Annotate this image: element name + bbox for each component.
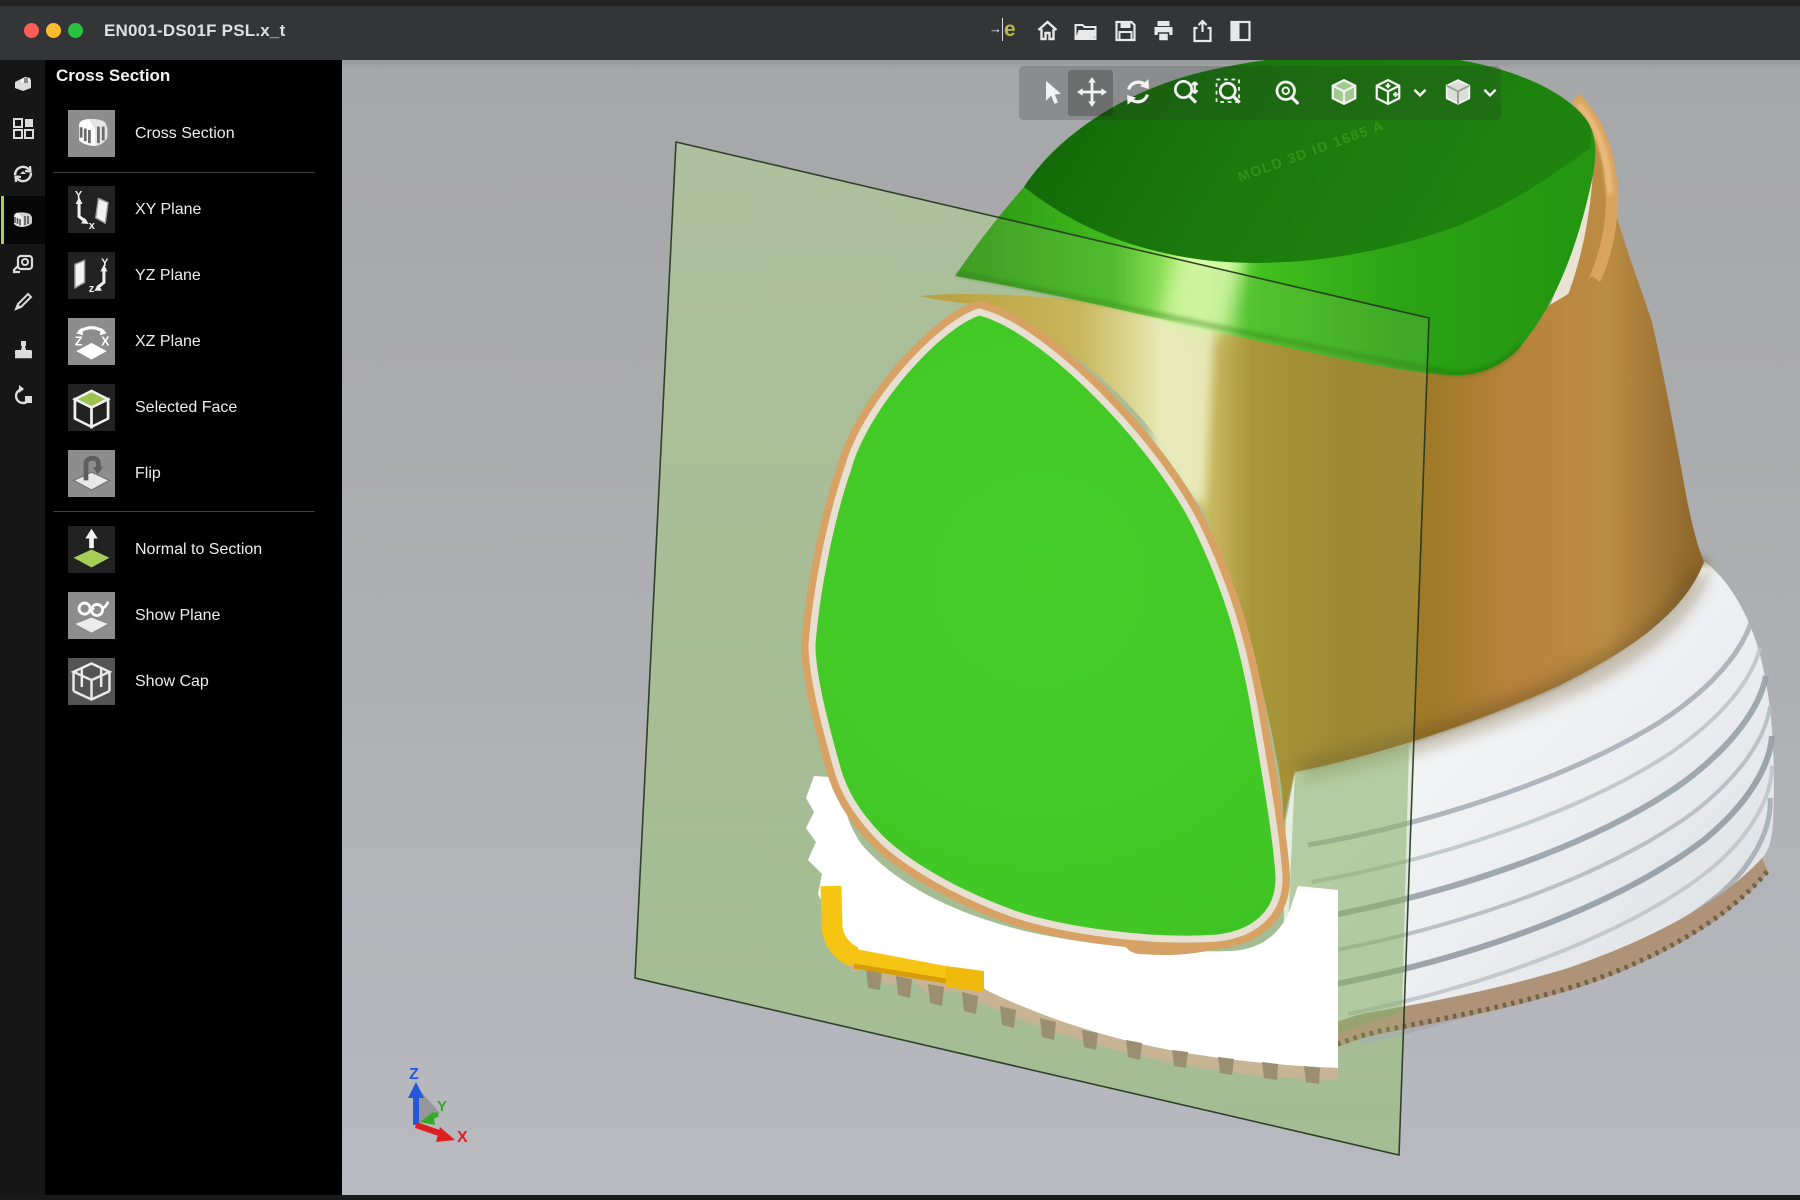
- svg-text:Y: Y: [437, 1098, 447, 1115]
- svg-text:X: X: [457, 1129, 468, 1146]
- svg-text:x: x: [89, 220, 96, 232]
- svg-text:z: z: [89, 283, 95, 295]
- svg-text:Z: Z: [409, 1066, 419, 1083]
- svg-text:Z: Z: [75, 335, 83, 349]
- svg-text:X: X: [101, 335, 110, 349]
